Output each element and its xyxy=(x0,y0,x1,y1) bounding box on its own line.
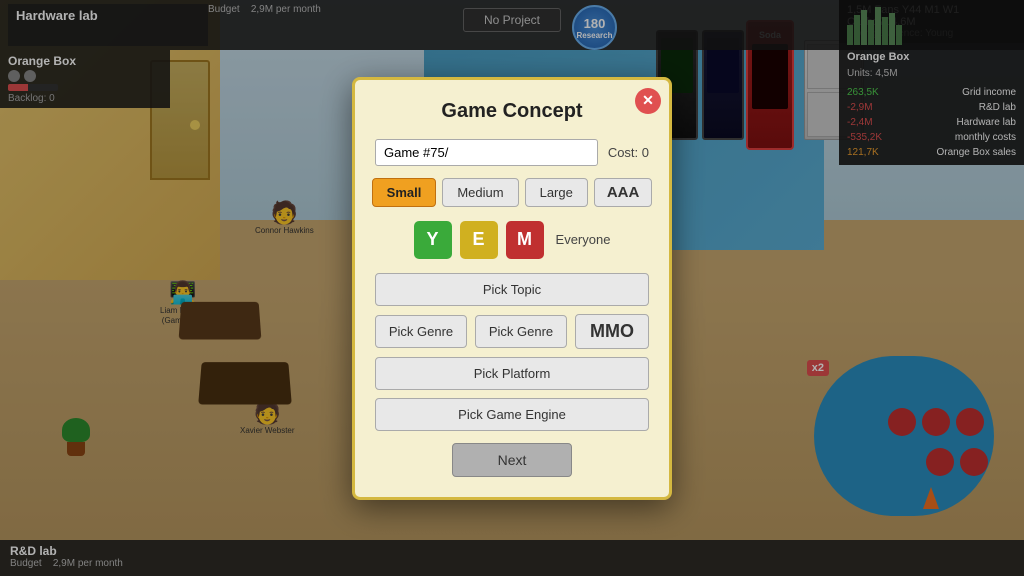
pick-topic-button[interactable]: Pick Topic xyxy=(375,273,649,306)
size-small-button[interactable]: Small xyxy=(372,178,437,207)
pick-platform-button[interactable]: Pick Platform xyxy=(375,357,649,390)
mmo-badge-button[interactable]: MMO xyxy=(575,314,649,349)
close-button[interactable]: ✕ xyxy=(635,88,661,114)
genre-row: Pick Genre Pick Genre MMO xyxy=(375,314,649,349)
modal-overlay: ✕ Game Concept Cost: 0 Small Medium Larg… xyxy=(0,0,1024,576)
pick-genre2-button[interactable]: Pick Genre xyxy=(475,315,567,348)
size-row: Small Medium Large AAA xyxy=(375,178,649,207)
cost-label: Cost: 0 xyxy=(608,145,649,160)
rating-m-badge[interactable]: M xyxy=(506,221,544,259)
game-name-input[interactable] xyxy=(375,139,598,166)
size-aaa-button[interactable]: AAA xyxy=(594,178,653,207)
rating-y-badge[interactable]: Y xyxy=(414,221,452,259)
name-cost-row: Cost: 0 xyxy=(375,139,649,166)
pick-engine-button[interactable]: Pick Game Engine xyxy=(375,398,649,431)
game-concept-modal: ✕ Game Concept Cost: 0 Small Medium Larg… xyxy=(352,77,672,500)
rating-audience-label: Everyone xyxy=(556,232,611,247)
size-large-button[interactable]: Large xyxy=(525,178,588,207)
size-medium-button[interactable]: Medium xyxy=(442,178,518,207)
next-button[interactable]: Next xyxy=(452,443,572,477)
pick-genre1-button[interactable]: Pick Genre xyxy=(375,315,467,348)
rating-e-badge[interactable]: E xyxy=(460,221,498,259)
rating-row: Y E M Everyone xyxy=(375,221,649,259)
modal-title: Game Concept xyxy=(375,100,649,123)
